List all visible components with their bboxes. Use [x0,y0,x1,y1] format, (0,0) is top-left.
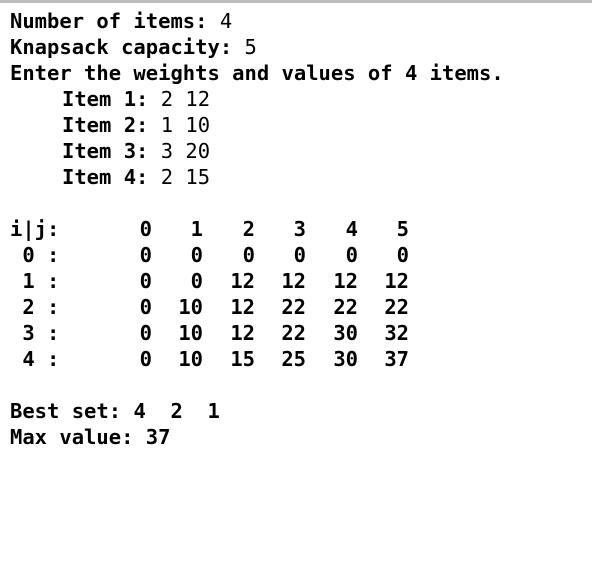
table-cell: 12 [384,269,409,293]
row-label: 4 : [10,347,60,371]
num-items-line: Number of items: 4 [10,8,586,34]
table-cell: 22 [281,295,306,319]
table-cell: 10 [178,295,203,319]
item-line: Item 1: 2 12 [10,86,586,112]
table-cell: 0 [139,295,152,319]
item-values: 2 15 [160,165,211,189]
capacity-line: Knapsack capacity: 5 [10,34,586,60]
item-values: 3 20 [160,139,211,163]
table-row: 4 : 0 10 15 25 30 37 [10,346,586,372]
column-header: 4 [345,217,358,241]
num-items-label: Number of items: [10,9,208,33]
column-header: 3 [293,217,306,241]
dp-table: i|j: 0 1 2 3 4 5 0 : 0 0 0 0 0 0 1 : 0 0… [10,216,586,372]
table-cell: 15 [230,347,255,371]
table-cell: 22 [281,321,306,345]
table-cell: 12 [230,269,255,293]
item-label: Item 2: [62,113,149,137]
table-cell: 10 [178,347,203,371]
table-cell: 0 [139,321,152,345]
max-value-line: Max value: 37 [10,424,586,450]
table-cell: 0 [139,243,152,267]
table-cell: 12 [230,295,255,319]
table-cell: 0 [139,269,152,293]
item-line: Item 2: 1 10 [10,112,586,138]
best-set-value: 4 2 1 [133,399,220,423]
max-value-value: 37 [145,425,171,449]
table-cell: 0 [190,269,203,293]
table-corner-label: i|j: [10,217,60,241]
table-cell: 0 [396,243,409,267]
column-header: 0 [139,217,152,241]
item-label: Item 3: [62,139,149,163]
table-cell: 12 [333,269,358,293]
table-cell: 30 [333,321,358,345]
window-top-border [0,0,592,3]
table-cell: 30 [333,347,358,371]
best-set-line: Best set: 4 2 1 [10,398,586,424]
table-cell: 0 [190,243,203,267]
item-label: Item 1: [62,87,149,111]
table-cell: 0 [293,243,306,267]
row-label: 3 : [10,321,60,345]
table-cell: 12 [230,321,255,345]
table-row: 1 : 0 0 12 12 12 12 [10,268,586,294]
item-label: Item 4: [62,165,149,189]
table-row: 3 : 0 10 12 22 30 32 [10,320,586,346]
table-cell: 10 [178,321,203,345]
table-cell: 0 [242,243,255,267]
item-line: Item 4: 2 15 [10,164,586,190]
table-cell: 32 [384,321,409,345]
table-cell: 12 [281,269,306,293]
terminal-output: Number of items: 4 Knapsack capacity: 5 … [10,8,586,450]
table-cell: 0 [345,243,358,267]
row-label: 0 : [10,243,60,267]
capacity-label: Knapsack capacity: [10,35,233,59]
item-line: Item 3: 3 20 [10,138,586,164]
item-values: 2 12 [160,87,211,111]
row-label: 1 : [10,269,60,293]
item-values: 1 10 [160,113,211,137]
table-cell: 22 [384,295,409,319]
column-header: 1 [190,217,203,241]
column-header: 2 [242,217,255,241]
row-label: 2 : [10,295,60,319]
table-cell: 25 [281,347,306,371]
table-cell: 0 [139,347,152,371]
table-cell: 22 [333,295,358,319]
column-header: 5 [396,217,409,241]
capacity-value: 5 [244,35,257,59]
table-row: 2 : 0 10 12 22 22 22 [10,294,586,320]
num-items-value: 4 [219,9,233,33]
table-row: 0 : 0 0 0 0 0 0 [10,242,586,268]
table-header-row: i|j: 0 1 2 3 4 5 [10,216,586,242]
table-cell: 37 [384,347,409,371]
input-prompt: Enter the weights and values of 4 items. [10,61,504,85]
